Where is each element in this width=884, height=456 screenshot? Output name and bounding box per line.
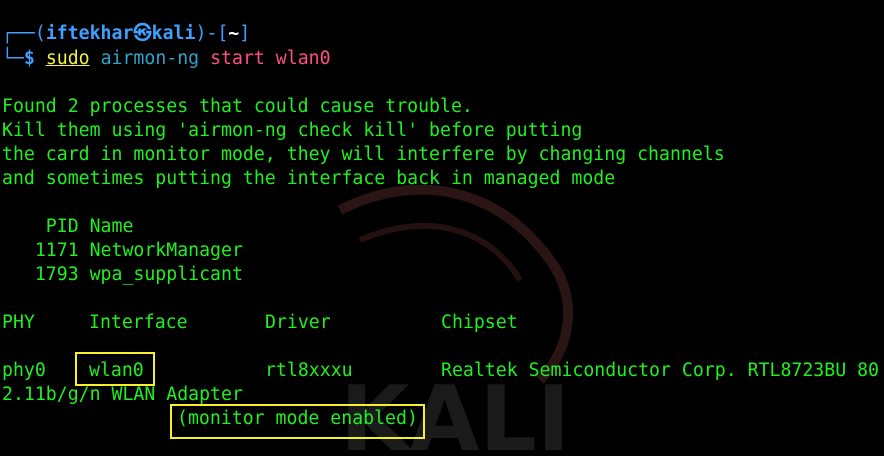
prompt-line-top: ┌──(iftekhar㉿kali)-[~] (2, 22, 250, 46)
output-warning-line-3: the card in monitor mode, they will inte… (2, 144, 725, 165)
iface-row-interface: wlan0 (89, 360, 144, 381)
iface-row-chipset: Realtek Semiconductor Corp. RTL8723BU 80 (441, 360, 879, 381)
process-row: 1793 wpa_supplicant (2, 264, 243, 285)
iface-header-driver: Driver (265, 312, 331, 333)
prompt-frame-bottom: └─ (2, 48, 24, 69)
output-warning-line-2: Kill them using 'airmon-ng check kill' b… (2, 120, 583, 141)
iface-header-phy: PHY (2, 312, 35, 333)
process-table-header: PID Name (2, 216, 134, 237)
prompt-directory: ~ (228, 23, 240, 44)
monitor-mode-status: (monitor mode enabled) (177, 408, 418, 429)
command-tool: airmon-ng (100, 48, 200, 69)
prompt-at-icon: ㉿ (133, 23, 152, 44)
iface-header-chipset: Chipset (441, 312, 518, 333)
prompt-frame-mid: )-[ (195, 23, 229, 44)
iface-row-chipset-wrap: 2.11b/g/n WLAN Adapter (2, 384, 243, 405)
iface-header-interface: Interface (89, 312, 188, 333)
prompt-hostname: kali (151, 23, 196, 44)
iface-row-phy: phy0 (2, 360, 46, 381)
prompt-dollar-sign: $ (23, 48, 35, 69)
command-sudo: sudo (45, 48, 90, 69)
process-row: 1171 NetworkManager (2, 240, 243, 261)
prompt-frame-end: ] (239, 23, 251, 44)
prompt-frame-top: ┌──( (2, 23, 46, 44)
iface-row-driver: rtl8xxxu (265, 360, 353, 381)
output-warning-line-1: Found 2 processes that could cause troub… (2, 96, 473, 117)
output-warning-line-4: and sometimes putting the interface back… (2, 168, 616, 189)
command-args: start wlan0 (210, 48, 331, 69)
command-line[interactable]: └─$ sudo airmon-ng start wlan0 (2, 47, 331, 71)
terminal-window[interactable]: KALI ┌──(iftekhar㉿kali)-[~] └─$ sudo air… (0, 0, 884, 456)
prompt-username: iftekhar (45, 23, 134, 44)
